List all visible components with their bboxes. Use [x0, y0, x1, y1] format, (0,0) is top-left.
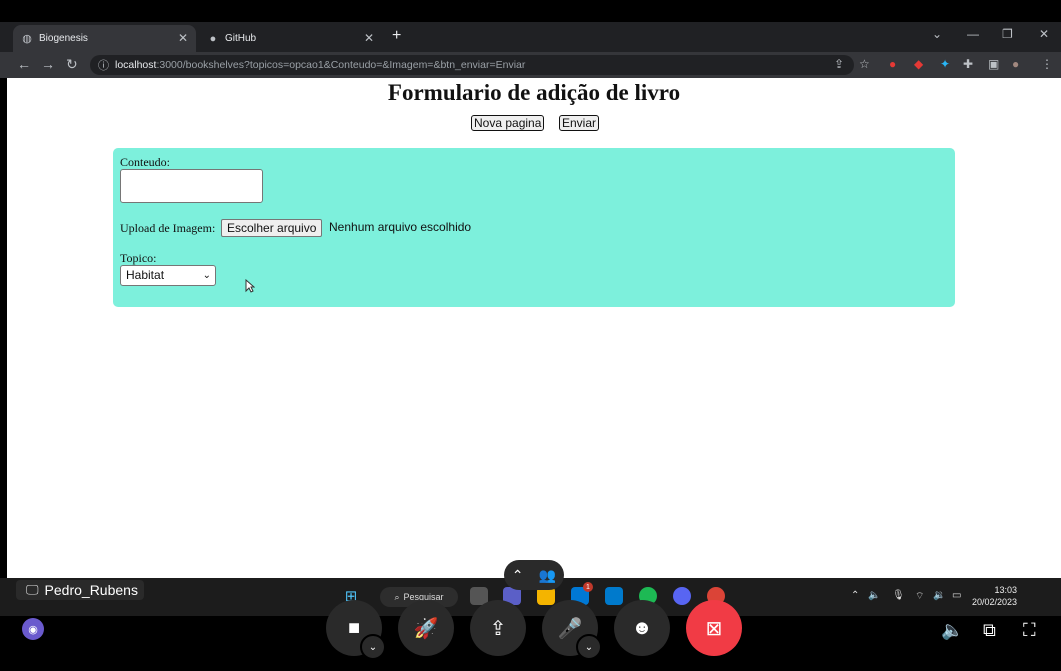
profile-avatar[interactable]: ●: [1012, 57, 1019, 71]
conteudo-label: Conteudo:: [120, 155, 170, 169]
camera-options-button[interactable]: ⌄: [360, 634, 386, 660]
reload-icon[interactable]: ↻: [66, 56, 78, 73]
side-panel-icon[interactable]: ▣: [988, 57, 999, 71]
meeting-controls: ◉ ■ ⌄ 🚀 ⇪ 🎤 ⌄ ☻ ⊠ 🔈 ⧉ ⛶: [0, 600, 1061, 671]
emoji-button[interactable]: ☻: [614, 600, 670, 656]
web-page: Formulario de adição de livro Nova pagin…: [7, 78, 1061, 578]
battery-icon[interactable]: ▭: [952, 590, 961, 601]
restore-icon[interactable]: ❐: [1002, 27, 1013, 41]
menu-icon[interactable]: ⋮: [1041, 57, 1053, 71]
extension-icon[interactable]: ◆: [914, 57, 923, 71]
wifi-icon[interactable]: ⌔: [915, 590, 924, 603]
fullscreen-icon[interactable]: ⛶: [1023, 620, 1036, 641]
presenter-name-tag: 🖵 Pedro_Rubens: [16, 580, 144, 600]
stop-sharing-button[interactable]: ⊠: [686, 600, 742, 656]
share-screen-icon: ⇪: [489, 617, 507, 640]
stop-share-icon: ⊠: [705, 617, 723, 640]
discord-icon[interactable]: [673, 587, 691, 605]
choose-file-button[interactable]: Escolher arquivo: [221, 219, 323, 237]
popout-icon[interactable]: ⧉: [983, 620, 996, 641]
monitor-icon: 🖵: [26, 582, 39, 597]
browser-chrome: ◍ Biogenesis ✕ ● GitHub ✕ + ⌄ — ❐ ✕ ← → …: [0, 22, 1061, 78]
close-icon[interactable]: ✕: [364, 31, 374, 45]
info-icon[interactable]: ⓘ: [98, 57, 109, 73]
url-host: localhost: [115, 59, 157, 71]
microphone-icon: 🎤: [557, 617, 583, 640]
star-icon[interactable]: ☆: [859, 57, 870, 71]
people-icon: 👥: [538, 566, 557, 583]
mouse-cursor-icon: [245, 279, 255, 293]
clock-date: 20/02/2023: [972, 597, 1018, 607]
speaker-icon[interactable]: 🔈: [868, 590, 880, 601]
notification-badge: 1: [583, 582, 593, 592]
tab-biogenesis[interactable]: ◍ Biogenesis ✕: [13, 25, 196, 52]
github-icon: ●: [209, 32, 217, 45]
nova-pagina-button[interactable]: Nova pagina: [471, 115, 545, 131]
conteudo-textarea[interactable]: [120, 169, 263, 203]
microphone-icon[interactable]: 🎙: [892, 590, 905, 601]
enviar-button[interactable]: Enviar: [559, 115, 600, 131]
tab-title: GitHub: [225, 33, 257, 44]
share-icon[interactable]: ⇪: [834, 57, 844, 71]
close-icon[interactable]: ✕: [178, 31, 188, 45]
topico-select[interactable]: Habitat ⌄: [120, 265, 216, 286]
close-window-icon[interactable]: ✕: [1039, 27, 1049, 41]
top-strip: [0, 0, 1061, 22]
address-bar[interactable]: ⓘ localhost :3000/bookshelves?topicos=op…: [90, 55, 854, 75]
address-bar-row: ← → ↻ ⓘ localhost :3000/bookshelves?topi…: [0, 52, 1061, 78]
chevron-up-icon[interactable]: ⌃: [851, 590, 859, 601]
book-form: Conteudo: Upload de Imagem: Escolher arq…: [113, 148, 955, 307]
avatar[interactable]: ◉: [22, 618, 44, 640]
emoji-icon: ☻: [631, 616, 653, 639]
file-status: Nenhum arquivo escolhido: [329, 220, 472, 234]
presenter-name: Pedro_Rubens: [44, 582, 138, 598]
new-tab-button[interactable]: +: [392, 27, 401, 45]
participants-popup-button[interactable]: ⌃ 👥: [504, 560, 564, 590]
puzzle-icon[interactable]: ✚: [963, 57, 973, 71]
back-icon[interactable]: ←: [17, 56, 31, 72]
chevron-down-icon: ⌄: [202, 270, 211, 281]
microphone-options-button[interactable]: ⌄: [576, 634, 602, 660]
rocket-icon: 🚀: [413, 617, 439, 640]
tab-bar: ◍ Biogenesis ✕ ● GitHub ✕ + ⌄ — ❐ ✕: [0, 22, 1061, 52]
tab-search-icon[interactable]: ⌄: [932, 27, 942, 41]
page-title: Formulario de adição de livro: [387, 80, 681, 105]
extension-icon[interactable]: ✦: [940, 57, 950, 71]
volume-icon[interactable]: 🔉: [933, 590, 945, 601]
forward-icon[interactable]: →: [41, 56, 55, 72]
extension-icon[interactable]: ●: [889, 57, 896, 71]
clock-time: 13:03: [994, 585, 1018, 595]
chevron-up-icon: ⌃: [511, 566, 524, 583]
tab-title: Biogenesis: [39, 33, 88, 44]
clock[interactable]: 13:03 20/02/2023: [972, 584, 1017, 608]
share-screen-button[interactable]: ⇪: [470, 600, 526, 656]
camera-icon: ■: [347, 616, 361, 639]
upload-label: Upload de Imagem:: [120, 221, 216, 235]
vscode-icon[interactable]: [605, 587, 623, 605]
minimize-icon[interactable]: —: [967, 27, 979, 41]
search-icon: ⌕: [394, 591, 400, 602]
volume-icon[interactable]: 🔈: [941, 620, 963, 641]
reactions-button[interactable]: 🚀: [398, 600, 454, 656]
tab-github[interactable]: ● GitHub ✕: [199, 25, 382, 52]
topico-label: Topico:: [120, 251, 157, 265]
globe-icon: ◍: [22, 33, 32, 45]
url-path: :3000/bookshelves?topicos=opcao1&Conteud…: [156, 59, 526, 71]
topico-selected: Habitat: [126, 268, 165, 282]
